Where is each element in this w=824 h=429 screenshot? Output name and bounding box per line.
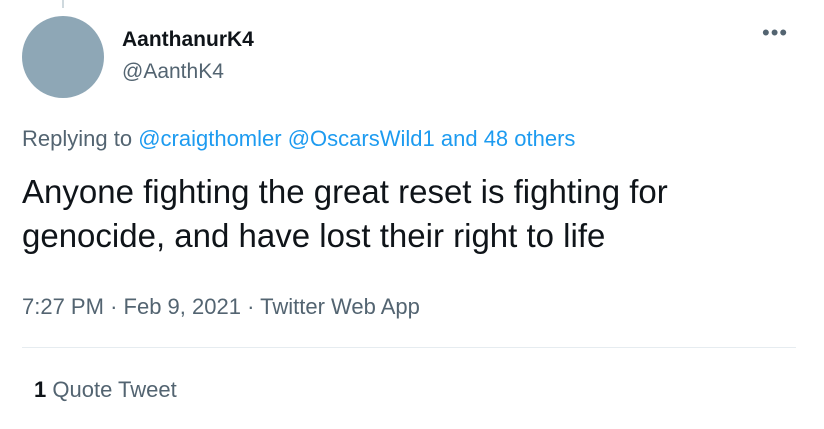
mention-link-oscarswild1[interactable]: @OscarsWild1 xyxy=(288,126,435,151)
author-display-name[interactable]: AanthanurK4 xyxy=(122,28,254,52)
tweet-source[interactable]: Twitter Web App xyxy=(260,294,420,319)
quote-count: 1 xyxy=(34,377,47,402)
tweet-date[interactable]: Feb 9, 2021 xyxy=(124,294,241,319)
author-handle[interactable]: @AanthK4 xyxy=(122,60,224,84)
meta-separator: · xyxy=(110,294,118,319)
replying-to-label: Replying to xyxy=(22,126,133,151)
tweet-time[interactable]: 7:27 PM xyxy=(22,294,104,319)
others-link[interactable]: and 48 others xyxy=(441,126,576,151)
meta-separator: · xyxy=(247,294,255,319)
quote-tweets-link[interactable]: 1 Quote Tweet xyxy=(34,377,177,403)
tweet-meta: 7:27 PM · Feb 9, 2021 · Twitter Web App xyxy=(22,294,420,320)
replying-to-line: Replying to @craigthomler @OscarsWild1 a… xyxy=(22,126,575,152)
thread-connector-line xyxy=(62,0,64,8)
more-options-icon[interactable]: ••• xyxy=(762,22,788,44)
mention-link-craigthomler[interactable]: @craigthomler xyxy=(138,126,281,151)
avatar[interactable] xyxy=(22,16,104,98)
tweet-text: Anyone fighting the great reset is fight… xyxy=(22,173,668,254)
divider xyxy=(22,347,796,348)
quote-label: Quote Tweet xyxy=(52,377,177,402)
